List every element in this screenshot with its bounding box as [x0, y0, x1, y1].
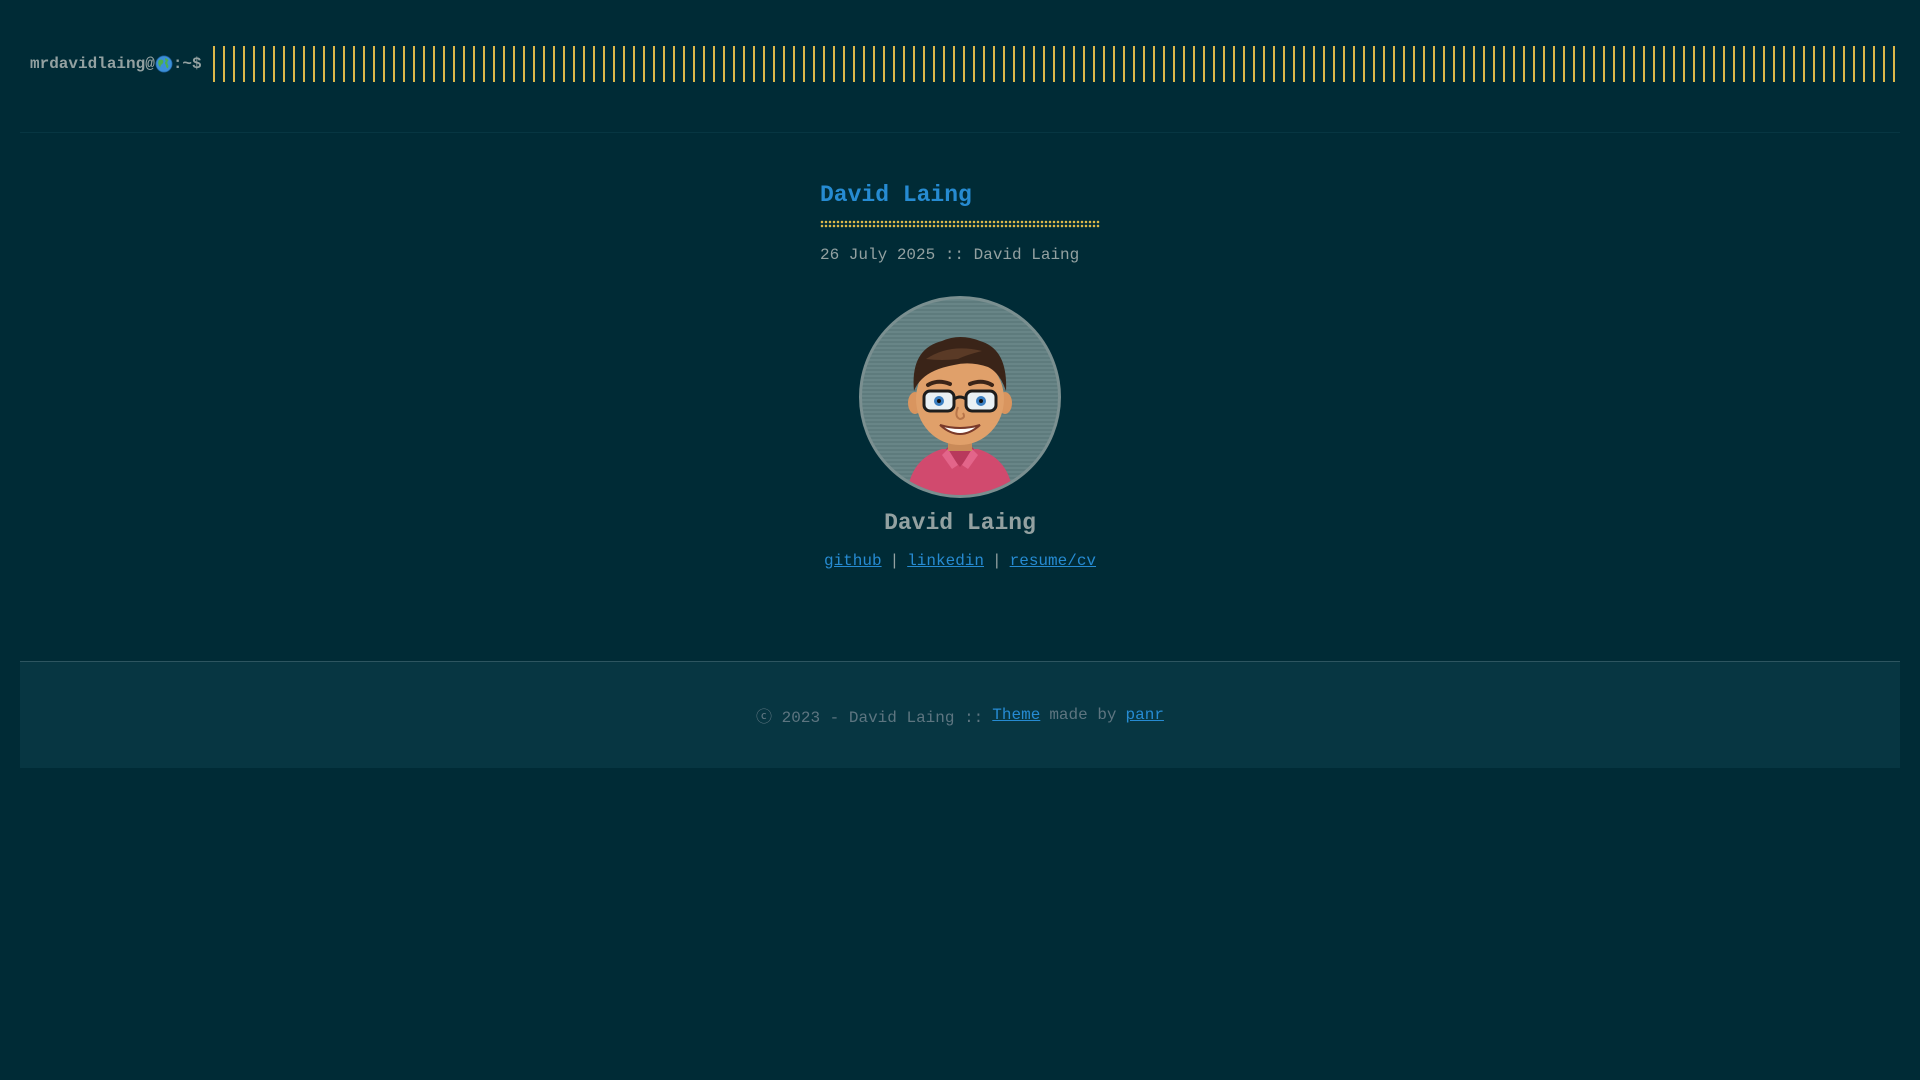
post: David Laing 26 July 2025 :: David Laing [820, 178, 1120, 264]
site-logo[interactable]: mrdavidlaing@ :~$ [30, 52, 202, 76]
post-meta: 26 July 2025 :: David Laing [820, 246, 1080, 264]
page: mrdavidlaing@ :~$ David Laing 26 July 20… [0, 0, 1920, 1080]
linkedin-link[interactable]: linkedin [907, 552, 984, 570]
globe-icon [155, 55, 173, 73]
logo-cursor-rule [213, 46, 1898, 82]
author-link[interactable]: panr [1126, 706, 1164, 724]
github-link[interactable]: github [824, 552, 882, 570]
title-underline [820, 220, 1100, 228]
site-header: mrdavidlaing@ :~$ [20, 0, 1900, 133]
post-title[interactable]: David Laing [820, 178, 1120, 212]
profile-card: David Laing github | linkedin | resume/cv [820, 296, 1100, 570]
site-footer: ⓒ 2023 - David Laing :: Theme made by pa… [20, 661, 1900, 768]
logo-suffix: :~$ [172, 55, 202, 73]
theme-link[interactable]: Theme [992, 706, 1040, 724]
resume-link[interactable]: resume/cv [1010, 552, 1096, 570]
logo-prefix: mrdavidlaing@ [30, 55, 155, 73]
link-separator: | [889, 552, 900, 570]
footer-made-by: made by [1049, 706, 1117, 724]
footer-copyright: ⓒ 2023 - David Laing :: [756, 709, 984, 727]
avatar-illustration [907, 337, 1013, 495]
profile-links: github | linkedin | resume/cv [820, 552, 1100, 570]
profile-name: David Laing [884, 510, 1036, 536]
link-separator: | [992, 552, 1002, 570]
bitmoji-avatar [859, 296, 1061, 498]
